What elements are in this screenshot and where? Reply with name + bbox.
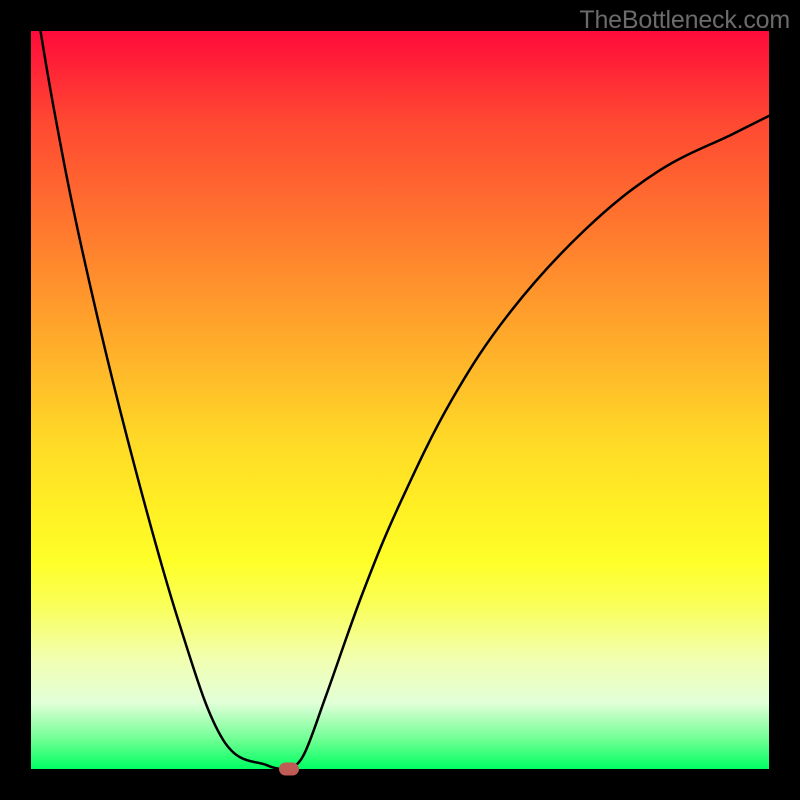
watermark-text: TheBottleneck.com — [579, 6, 790, 35]
curve-left-branch — [31, 31, 289, 769]
curve-layer — [31, 31, 769, 769]
optimum-marker — [279, 763, 299, 776]
curve-right-branch — [289, 116, 769, 769]
